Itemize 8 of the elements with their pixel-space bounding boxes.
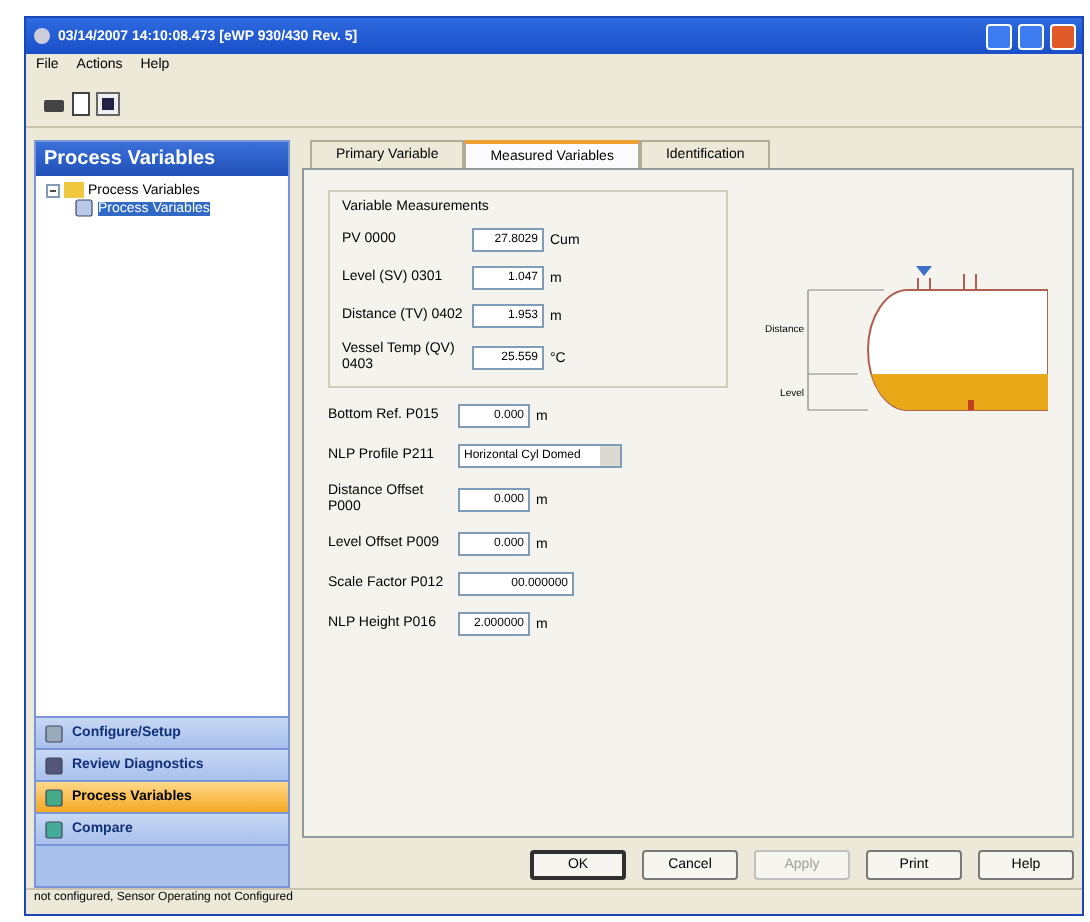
table-icon [74, 198, 94, 218]
panel-header: Process Variables [36, 142, 288, 176]
maximize-button[interactable] [1018, 23, 1044, 49]
collapse-icon[interactable] [46, 183, 60, 197]
folder-icon [64, 182, 84, 198]
close-button[interactable] [1050, 23, 1076, 49]
page-icon[interactable] [72, 92, 90, 116]
minimize-button[interactable] [986, 23, 1012, 49]
